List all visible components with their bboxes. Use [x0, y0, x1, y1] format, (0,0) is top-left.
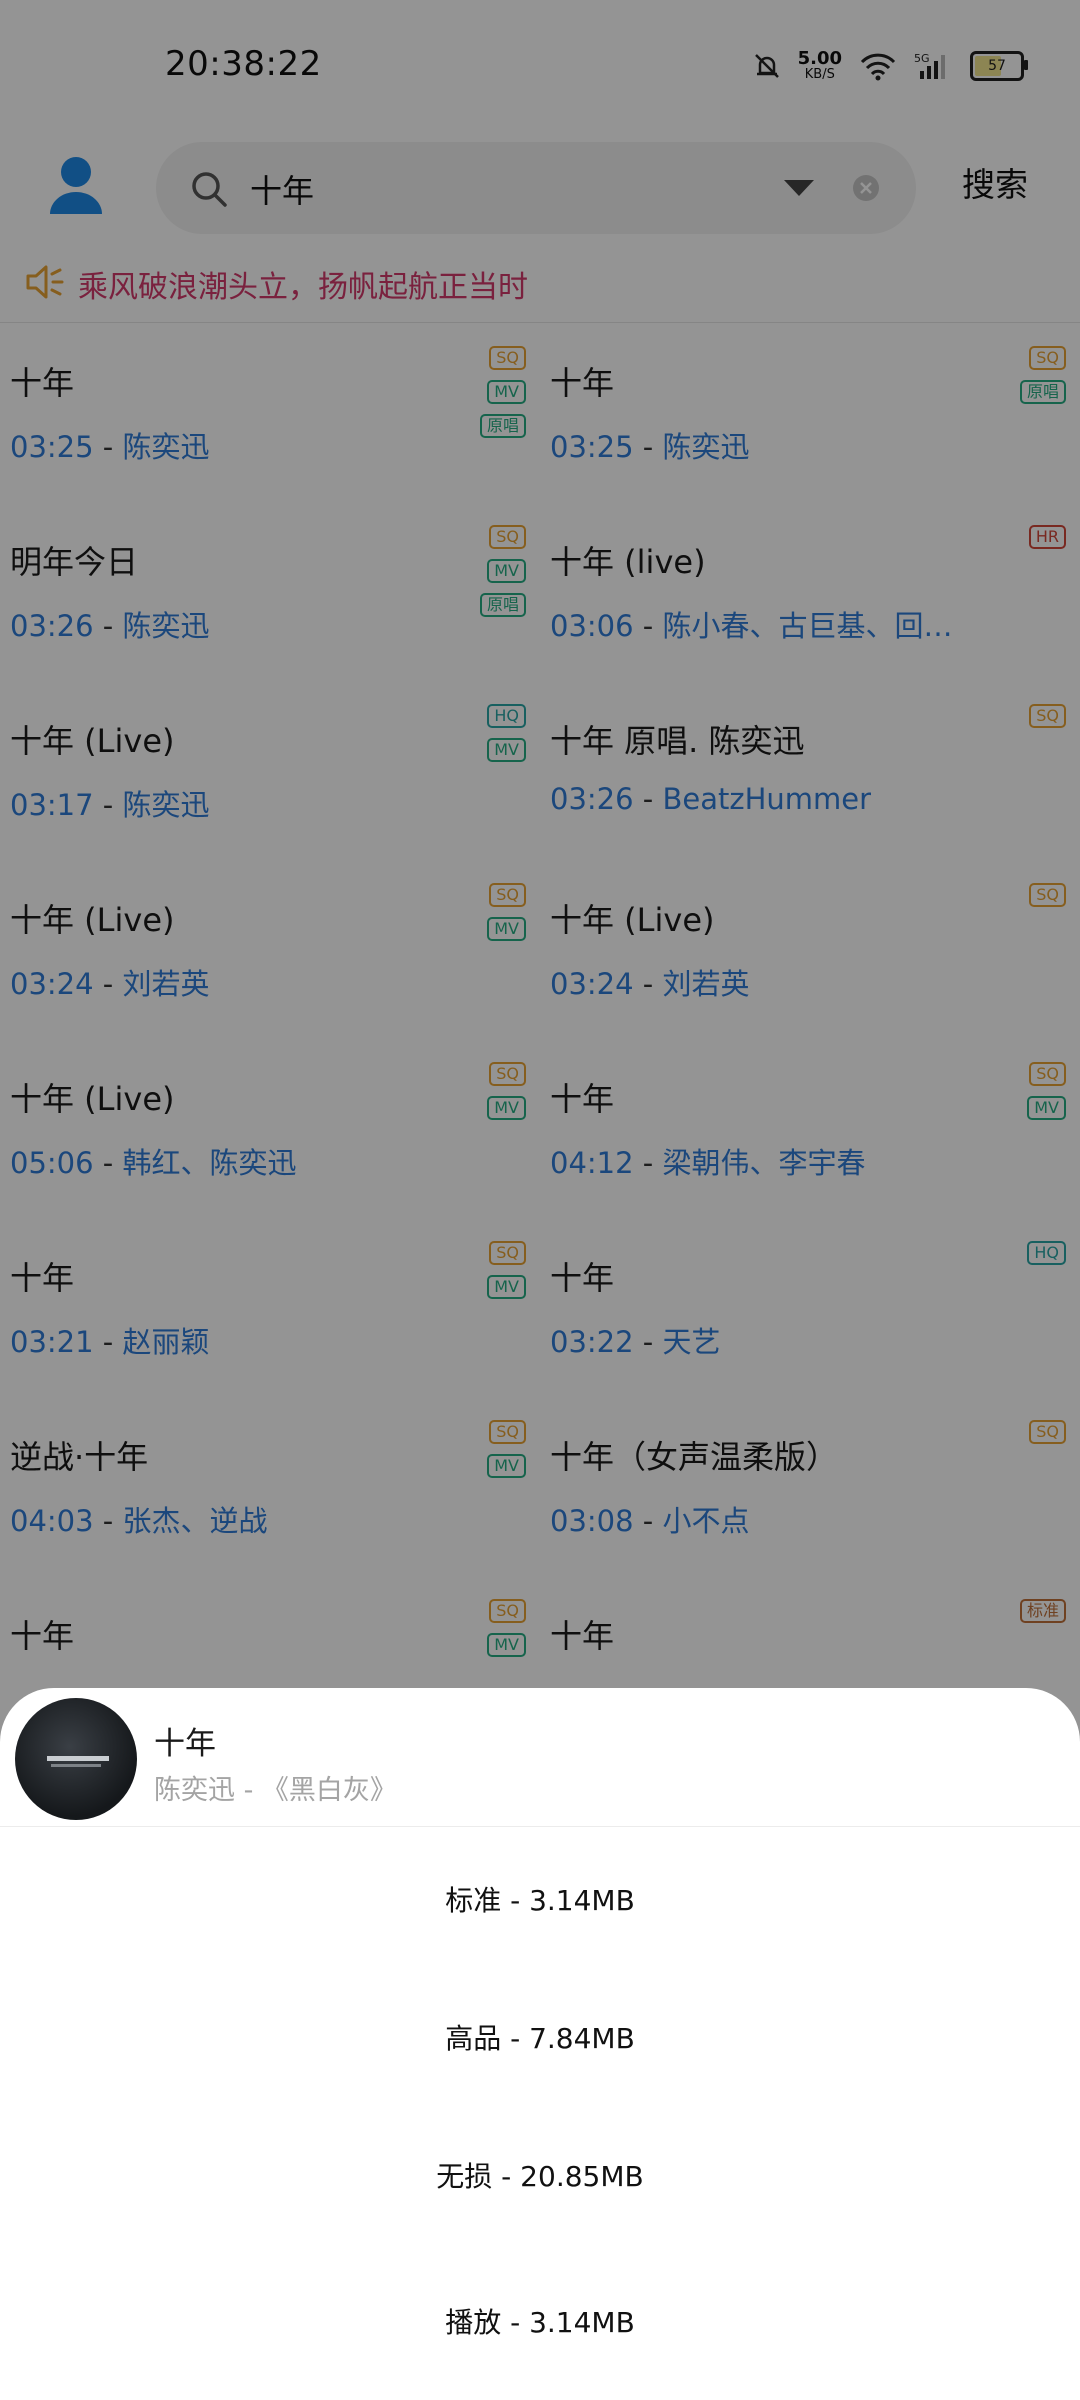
battery-level: 57: [988, 57, 1006, 74]
option-high-quality[interactable]: 高品 - 7.84MB: [0, 1982, 1080, 2092]
download-quality-sheet: 十年 陈奕迅 - 《黑白灰》 标准 - 3.14MB 高品 - 7.84MB 无…: [0, 1688, 1080, 2400]
option-standard[interactable]: 标准 - 3.14MB: [0, 1844, 1080, 1954]
sheet-song-title: 十年: [154, 1726, 216, 1762]
sheet-song-artist-album: 陈奕迅 - 《黑白灰》: [154, 1775, 397, 1806]
option-lossless[interactable]: 无损 - 20.85MB: [0, 2120, 1080, 2230]
option-play[interactable]: 播放 - 3.14MB: [0, 2266, 1080, 2376]
album-cover-image: [15, 1698, 137, 1820]
sheet-song-info: 十年 陈奕迅 - 《黑白灰》: [0, 1688, 1080, 1827]
